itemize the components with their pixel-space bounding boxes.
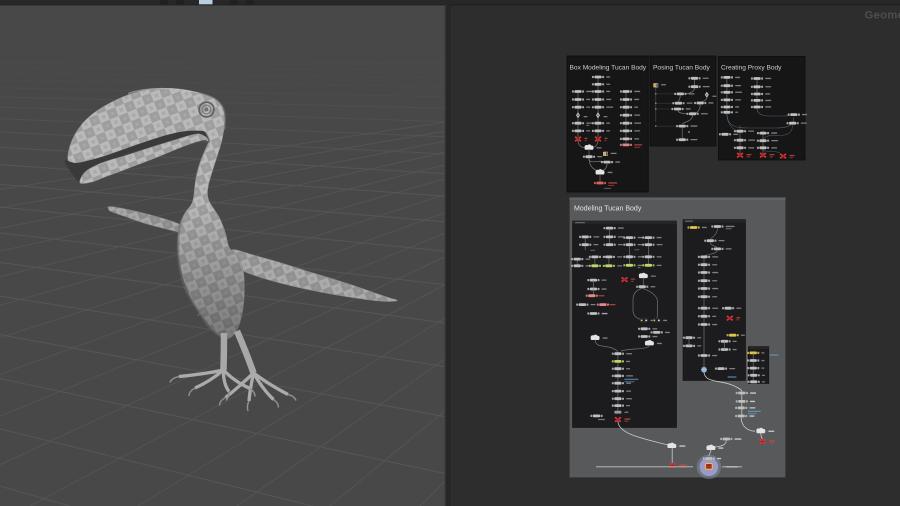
svg-text:Geometry: Geometry [865, 9, 900, 21]
svg-text:Modeling Tucan Body: Modeling Tucan Body [574, 206, 642, 213]
svg-text:Box Modeling Tucan Body: Box Modeling Tucan Body [570, 65, 647, 72]
svg-text:Posing Tucan Body: Posing Tucan Body [653, 65, 711, 72]
svg-text:Creating Proxy Body: Creating Proxy Body [721, 65, 782, 72]
